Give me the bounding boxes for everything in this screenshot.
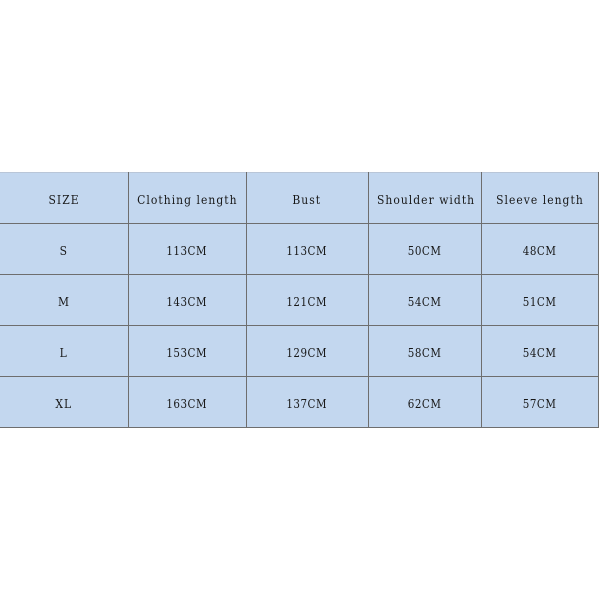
value-size: XL: [55, 395, 73, 411]
header-cell-sleeve-length: Sleeve length: [481, 172, 599, 224]
header-cell-clothing-length: Clothing length: [128, 172, 247, 224]
value-sleeve-length: 48CM: [522, 243, 557, 258]
table-row: L 153CM 129CM 58CM 54CM: [0, 325, 599, 377]
cell-shoulder-width: 50CM: [368, 223, 482, 275]
value-clothing-length: 153CM: [166, 345, 208, 360]
table-header-row: SIZE Clothing length Bust Shoulder width…: [0, 172, 599, 224]
value-sleeve-length: 57CM: [522, 396, 557, 411]
table-row: XL 163CM 137CM 62CM 57CM: [0, 376, 599, 428]
value-sleeve-length: 54CM: [522, 345, 557, 360]
value-size: M: [57, 293, 70, 309]
header-label-shoulder-width: Shoulder width: [376, 191, 475, 207]
cell-sleeve-length: 48CM: [481, 223, 599, 275]
cell-clothing-length: 163CM: [128, 376, 247, 428]
cell-shoulder-width: 54CM: [368, 274, 482, 326]
header-label-bust: Bust: [292, 191, 322, 207]
header-cell-shoulder-width: Shoulder width: [368, 172, 482, 224]
size-chart-container: SIZE Clothing length Bust Shoulder width…: [0, 172, 599, 428]
header-label-sleeve-length: Sleeve length: [495, 191, 584, 207]
table-row: M 143CM 121CM 54CM 51CM: [0, 274, 599, 326]
cell-bust: 129CM: [246, 325, 369, 377]
value-shoulder-width: 62CM: [407, 396, 442, 411]
table-row: S 113CM 113CM 50CM 48CM: [0, 223, 599, 275]
value-sleeve-length: 51CM: [522, 294, 557, 309]
page-canvas: SIZE Clothing length Bust Shoulder width…: [0, 0, 600, 600]
value-shoulder-width: 58CM: [407, 345, 442, 360]
cell-sleeve-length: 51CM: [481, 274, 599, 326]
value-bust: 129CM: [286, 345, 328, 360]
cell-clothing-length: 143CM: [128, 274, 247, 326]
cell-bust: 121CM: [246, 274, 369, 326]
value-clothing-length: 163CM: [166, 396, 208, 411]
value-size: L: [59, 344, 68, 360]
cell-shoulder-width: 62CM: [368, 376, 482, 428]
cell-bust: 113CM: [246, 223, 369, 275]
value-shoulder-width: 54CM: [407, 294, 442, 309]
header-cell-bust: Bust: [246, 172, 369, 224]
cell-shoulder-width: 58CM: [368, 325, 482, 377]
value-bust: 121CM: [286, 294, 328, 309]
value-bust: 113CM: [286, 243, 328, 258]
value-shoulder-width: 50CM: [407, 243, 442, 258]
value-clothing-length: 143CM: [166, 294, 208, 309]
cell-clothing-length: 113CM: [128, 223, 247, 275]
cell-size: L: [0, 325, 129, 377]
cell-size: XL: [0, 376, 129, 428]
cell-size: M: [0, 274, 129, 326]
cell-sleeve-length: 54CM: [481, 325, 599, 377]
value-clothing-length: 113CM: [166, 243, 208, 258]
cell-bust: 137CM: [246, 376, 369, 428]
cell-clothing-length: 153CM: [128, 325, 247, 377]
value-bust: 137CM: [286, 396, 328, 411]
header-label-clothing-length: Clothing length: [136, 191, 238, 207]
value-size: S: [59, 242, 68, 258]
size-chart-table: SIZE Clothing length Bust Shoulder width…: [0, 172, 599, 428]
header-cell-size: SIZE: [0, 172, 129, 224]
header-label-size: SIZE: [48, 191, 80, 207]
cell-size: S: [0, 223, 129, 275]
cell-sleeve-length: 57CM: [481, 376, 599, 428]
